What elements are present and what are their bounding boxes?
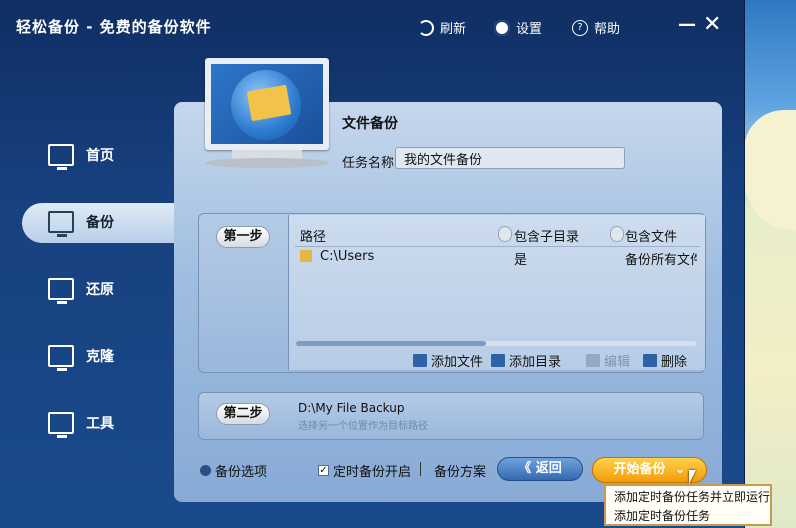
file-backup-monitor-icon xyxy=(205,58,329,150)
window-title: 轻松备份 - 免费的备份软件 xyxy=(16,18,212,36)
tools-icon xyxy=(48,412,74,438)
column-separator[interactable] xyxy=(610,226,624,242)
folder-icon xyxy=(300,250,312,262)
column-header-subdirs[interactable]: 包含子目录 xyxy=(514,226,579,245)
help-button[interactable]: ? 帮助 xyxy=(572,18,620,37)
sidebar-item-restore[interactable]: 还原 xyxy=(48,278,114,304)
backup-icon xyxy=(48,211,74,237)
edit-label: 编辑 xyxy=(604,355,631,370)
sidebar-item-clone[interactable]: 克隆 xyxy=(48,345,114,371)
sidebar-item-label: 工具 xyxy=(86,416,114,432)
scheduled-backup-toggle[interactable]: ✓ 定时备份开启 xyxy=(318,461,411,480)
destination-hint: 选择另一个位置作为目标路径 xyxy=(298,421,428,432)
add-folder-icon xyxy=(491,354,505,367)
menu-item-add-and-run[interactable]: 添加定时备份任务并立即运行 xyxy=(614,488,770,505)
sidebar-item-backup[interactable]: 备份 xyxy=(48,211,114,237)
section-title: 文件备份 xyxy=(342,116,398,132)
backup-options-link[interactable]: 备份选项 xyxy=(200,461,267,480)
sidebar-item-label: 还原 xyxy=(86,282,114,298)
gear-icon xyxy=(200,465,211,476)
refresh-button[interactable]: 刷新 xyxy=(418,18,466,37)
scheduled-checkbox[interactable]: ✓ xyxy=(318,465,329,476)
app-window: 轻松备份 - 免费的备份软件 刷新 设置 ? 帮助 — ✕ 首页 备份 还原 克… xyxy=(0,0,745,528)
settings-label: 设置 xyxy=(516,22,543,37)
refresh-icon xyxy=(418,19,434,36)
back-button[interactable]: 《 返回 xyxy=(497,457,583,481)
column-separator[interactable] xyxy=(498,226,512,242)
column-header-path[interactable]: 路径 xyxy=(300,226,326,245)
monitor-base xyxy=(205,158,329,168)
sidebar-item-label: 首页 xyxy=(86,148,114,164)
help-icon: ? xyxy=(572,19,588,36)
delete-icon xyxy=(643,354,657,367)
chevron-down-icon: ⌄ xyxy=(670,462,686,477)
delete-label: 删除 xyxy=(661,355,688,370)
task-name-label: 任务名称 xyxy=(342,156,395,171)
sidebar-item-home[interactable]: 首页 xyxy=(48,144,114,170)
help-label: 帮助 xyxy=(594,22,621,37)
scrollbar-thumb[interactable] xyxy=(296,341,486,346)
footer-divider xyxy=(420,462,421,476)
start-backup-label: 开始备份 xyxy=(613,462,666,477)
column-header-files[interactable]: 包含文件 xyxy=(625,226,677,245)
table-cell-files[interactable]: 备份所有文件 xyxy=(625,249,697,268)
sidebar-item-label: 备份 xyxy=(86,215,114,231)
add-directory-label: 添加目录 xyxy=(509,355,562,370)
delete-button[interactable]: 删除 xyxy=(643,351,687,370)
add-file-icon xyxy=(413,354,427,367)
table-cell-path[interactable]: C:\Users xyxy=(320,249,374,264)
edit-button[interactable]: 编辑 xyxy=(586,351,630,370)
start-backup-dropdown-menu: 添加定时备份任务并立即运行 添加定时备份任务 xyxy=(604,484,772,526)
settings-button[interactable]: 设置 xyxy=(494,18,542,37)
backup-scheme-link[interactable]: 备份方案 xyxy=(434,461,486,480)
header-divider xyxy=(295,246,700,247)
close-button[interactable]: ✕ xyxy=(703,14,721,36)
clone-icon xyxy=(48,345,74,371)
desktop-background xyxy=(740,0,796,528)
table-cell-subdirs[interactable]: 是 xyxy=(514,249,527,268)
edit-icon xyxy=(586,354,600,367)
sidebar-item-label: 克隆 xyxy=(86,349,114,365)
gear-icon xyxy=(494,19,510,36)
add-directory-button[interactable]: 添加目录 xyxy=(491,351,561,370)
add-file-label: 添加文件 xyxy=(431,355,484,370)
scheduled-label: 定时备份开启 xyxy=(333,465,412,480)
step1-button[interactable]: 第一步 xyxy=(216,226,270,248)
restore-icon xyxy=(48,278,74,304)
sidebar-item-tools[interactable]: 工具 xyxy=(48,412,114,438)
refresh-label: 刷新 xyxy=(440,22,467,37)
destination-path[interactable]: D:\My File Backup xyxy=(298,401,404,415)
home-icon xyxy=(48,144,74,170)
add-file-button[interactable]: 添加文件 xyxy=(413,351,483,370)
task-name-input[interactable] xyxy=(395,147,625,169)
backup-options-label: 备份选项 xyxy=(215,465,268,480)
menu-item-add-scheduled[interactable]: 添加定时备份任务 xyxy=(614,507,710,524)
step2-box[interactable] xyxy=(198,392,704,440)
minimize-button[interactable]: — xyxy=(678,14,696,36)
mouse-cursor xyxy=(689,470,696,484)
step2-button[interactable]: 第二步 xyxy=(216,403,270,425)
